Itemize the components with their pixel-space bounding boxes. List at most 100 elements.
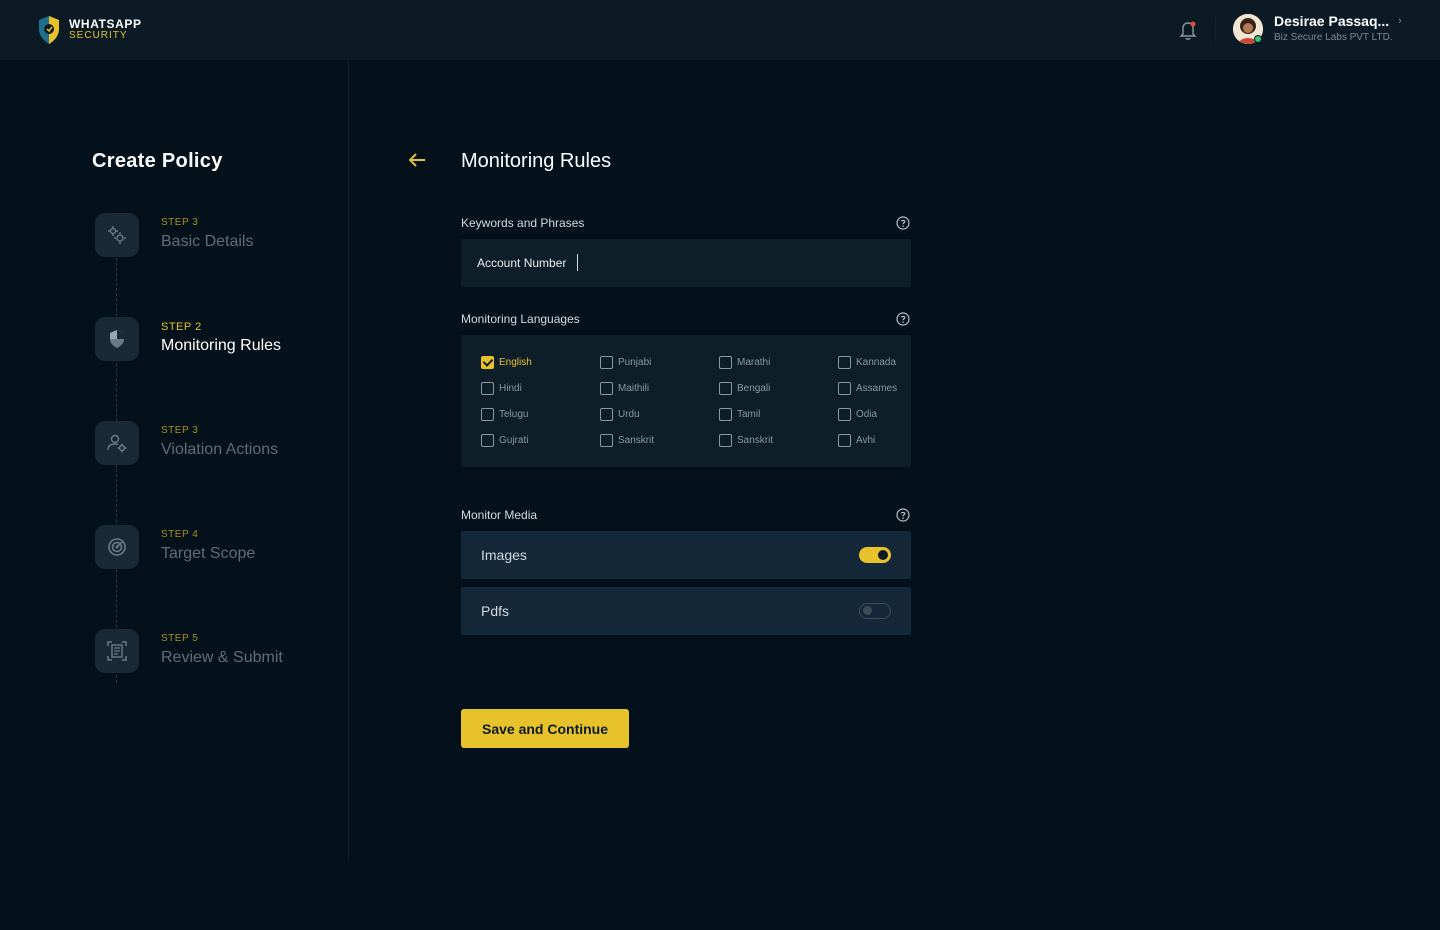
step-review-submit[interactable]: STEP 5 Review & Submit: [95, 629, 345, 675]
step-label: Monitoring Rules: [161, 337, 282, 354]
brand[interactable]: WHATSAPP SECURITY: [36, 14, 142, 46]
keywords-label: Keywords and Phrases: [461, 216, 585, 230]
language-checkbox-tamil[interactable]: Tamil: [719, 407, 760, 421]
language-label: Punjabi: [618, 356, 652, 368]
step-number: STEP 4: [161, 529, 199, 540]
language-label: Sanskrit: [737, 434, 774, 446]
language-label: Kannada: [856, 356, 897, 368]
language-checkbox-assames[interactable]: Assames: [838, 381, 897, 395]
step-number: STEP 2: [161, 321, 202, 333]
chevron-right-icon[interactable]: ›: [1398, 15, 1402, 27]
save-and-continue-button[interactable]: Save and Continue: [461, 709, 629, 748]
step-basic-details[interactable]: STEP 3 Basic Details: [95, 213, 345, 259]
language-checkbox-maithili[interactable]: Maithili: [600, 381, 649, 395]
language-label: Maithili: [618, 382, 650, 394]
whatsapp-security-logo-icon: [39, 16, 59, 44]
checkbox[interactable]: [719, 433, 732, 447]
language-checkbox-kannada[interactable]: Kannada: [838, 355, 896, 369]
checkbox[interactable]: [838, 355, 851, 369]
images-toggle[interactable]: [859, 547, 891, 563]
topbar-separator: [1215, 17, 1216, 43]
checkbox[interactable]: [838, 381, 851, 395]
checkbox[interactable]: [600, 433, 613, 447]
brand-name: WHATSAPP: [69, 17, 142, 31]
language-label: Bengali: [737, 382, 771, 394]
language-label: Telugu: [499, 408, 529, 420]
checkbox[interactable]: [481, 407, 494, 421]
keywords-input[interactable]: Account Number: [461, 239, 911, 287]
pdfs-toggle[interactable]: [859, 603, 891, 619]
languages-label: Monitoring Languages: [461, 312, 580, 326]
checkbox[interactable]: [600, 407, 613, 421]
language-checkbox-sanskrit[interactable]: Sanskrit: [719, 433, 773, 447]
checkbox[interactable]: [481, 355, 494, 369]
step-label: Review & Submit: [161, 649, 283, 666]
checkbox[interactable]: [600, 355, 613, 369]
language-checkbox-hindi[interactable]: Hindi: [481, 381, 522, 395]
language-checkbox-telugu[interactable]: Telugu: [481, 407, 528, 421]
back-arrow-icon[interactable]: [407, 150, 427, 170]
panel-divider: [348, 60, 349, 860]
language-label: Urdu: [618, 408, 640, 420]
checkbox[interactable]: [719, 381, 732, 395]
media-label: Monitor Media: [461, 508, 538, 522]
checkbox[interactable]: [719, 355, 732, 369]
page-title: Create Policy: [92, 150, 223, 172]
language-checkbox-sanskrit[interactable]: Sanskrit: [600, 433, 654, 447]
language-checkbox-english[interactable]: English: [481, 355, 532, 369]
help-icon[interactable]: [896, 312, 910, 326]
text-caret: [577, 254, 578, 271]
language-checkbox-odia[interactable]: Odia: [838, 407, 877, 421]
gears-icon: [108, 226, 126, 244]
step-label: Basic Details: [161, 233, 254, 250]
language-checkbox-marathi[interactable]: Marathi: [719, 355, 770, 369]
user-gear-icon: [107, 434, 127, 453]
user-name[interactable]: Desirae Passaq...: [1274, 13, 1389, 29]
checkbox[interactable]: [481, 433, 494, 447]
language-label: Marathi: [737, 356, 771, 368]
checkbox[interactable]: [600, 381, 613, 395]
language-label: Tamil: [737, 408, 761, 420]
help-icon[interactable]: [896, 216, 910, 230]
language-checkbox-gujrati[interactable]: Gujrati: [481, 433, 528, 447]
target-icon: [108, 538, 126, 556]
language-checkbox-urdu[interactable]: Urdu: [600, 407, 640, 421]
step-number: STEP 5: [161, 633, 199, 644]
help-icon[interactable]: [896, 508, 910, 522]
notification-bell-icon[interactable]: [1178, 19, 1198, 41]
shield-icon: [110, 330, 124, 348]
language-checkbox-punjabi[interactable]: Punjabi: [600, 355, 651, 369]
brand-sub: SECURITY: [69, 30, 128, 41]
language-label: Odia: [856, 408, 878, 420]
language-checkbox-avhi[interactable]: Avhi: [838, 433, 875, 447]
step-number: STEP 3: [161, 217, 199, 228]
step-target-scope[interactable]: STEP 4 Target Scope: [95, 525, 345, 571]
document-scan-icon: [107, 641, 127, 661]
section-title: Monitoring Rules: [461, 150, 612, 172]
top-bar: WHATSAPP SECURITY Desirae Passaq... Biz …: [0, 0, 1440, 60]
language-label: Avhi: [856, 434, 876, 446]
online-status-dot: [1254, 35, 1262, 43]
step-label: Violation Actions: [161, 441, 279, 458]
language-checkbox-bengali[interactable]: Bengali: [719, 381, 770, 395]
languages-panel: English Punjabi Marathi Kannada Hindi Maithil…: [461, 335, 911, 467]
checkbox[interactable]: [838, 407, 851, 421]
language-label: Sanskrit: [618, 434, 655, 446]
step-label: Target Scope: [161, 545, 256, 562]
step-monitoring-rules[interactable]: STEP 2 Monitoring Rules: [95, 317, 345, 363]
media-row-images: Images: [461, 531, 911, 579]
language-label: Gujrati: [499, 434, 529, 446]
checkbox[interactable]: [481, 381, 494, 395]
language-label: Hindi: [499, 382, 522, 394]
step-number: STEP 3: [161, 425, 199, 436]
checkbox[interactable]: [719, 407, 732, 421]
step-violation-actions[interactable]: STEP 3 Violation Actions: [95, 421, 345, 467]
language-label: Assames: [856, 382, 898, 394]
media-row-pdfs: Pdfs: [461, 587, 911, 635]
user-org: Biz Secure Labs PVT LTD.: [1274, 32, 1393, 43]
language-label: English: [499, 356, 532, 368]
checkbox[interactable]: [838, 433, 851, 447]
media-row-label: Pdfs: [481, 603, 510, 619]
media-row-label: Images: [481, 547, 527, 563]
keywords-input-value: Account Number: [477, 256, 567, 270]
